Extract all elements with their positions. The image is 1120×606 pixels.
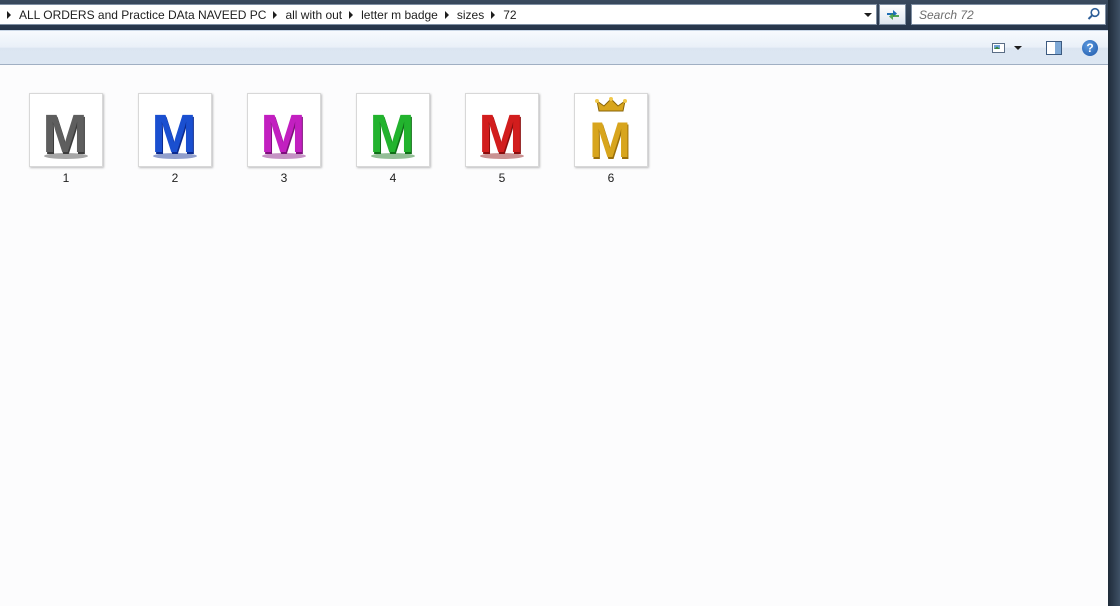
file-thumbnail[interactable]: M M [465, 93, 539, 167]
breadcrumb-label[interactable]: all with out [285, 8, 342, 22]
badge-letter: M [479, 104, 524, 161]
preview-pane-button[interactable] [1046, 39, 1062, 57]
search-icon[interactable] [1087, 7, 1101, 21]
file-name[interactable]: 4 [390, 171, 397, 185]
window-frame-edge [1108, 0, 1120, 606]
help-icon: ? [1082, 40, 1098, 56]
file-list-pane[interactable]: M M 1 M M 2 M M 3 M M 4 M M 5 M M 6 [0, 65, 1108, 606]
help-button[interactable]: ? [1082, 39, 1098, 57]
address-bar[interactable]: ALL ORDERS and Practice DAta NAVEED PC a… [0, 4, 877, 25]
breadcrumb-item[interactable]: all with out [266, 5, 342, 24]
breadcrumb-arrow-icon[interactable] [273, 10, 278, 19]
breadcrumb-label[interactable]: sizes [457, 8, 484, 22]
breadcrumb-label[interactable]: ALL ORDERS and Practice DAta NAVEED PC [19, 8, 266, 22]
file-item[interactable]: M M 6 [566, 93, 656, 185]
breadcrumb-item[interactable]: sizes [438, 5, 484, 24]
file-thumbnail[interactable]: M M [29, 93, 103, 167]
refresh-icon [886, 9, 899, 20]
file-thumbnail[interactable]: M M [356, 93, 430, 167]
badge-letter: M [370, 104, 415, 161]
file-item[interactable]: M M 5 [457, 93, 547, 185]
breadcrumb-label[interactable]: letter m badge [361, 8, 438, 22]
file-item[interactable]: M M 1 [21, 93, 111, 185]
file-name[interactable]: 5 [499, 171, 506, 185]
change-view-icon [992, 43, 1005, 53]
breadcrumb-item[interactable]: letter m badge [342, 5, 438, 24]
preview-pane-icon [1046, 41, 1062, 55]
breadcrumb-arrow-icon[interactable] [444, 10, 449, 19]
breadcrumb-item[interactable]: 72 [484, 5, 517, 24]
letter-m-badge-gray-icon: M M [43, 104, 89, 161]
file-item[interactable]: M M 2 [130, 93, 220, 185]
file-name[interactable]: 6 [608, 171, 615, 185]
search-input[interactable] [912, 5, 1082, 24]
letter-m-badge-blue-icon: M M [152, 104, 198, 161]
file-thumbnail[interactable]: M M [574, 93, 648, 167]
file-item[interactable]: M M 4 [348, 93, 438, 185]
file-thumbnail[interactable]: M M [247, 93, 321, 167]
letter-m-badge-green-icon: M M [370, 104, 416, 161]
refresh-button[interactable] [879, 4, 906, 25]
file-thumbnail[interactable]: M M [138, 93, 212, 167]
breadcrumb-arrow-icon[interactable] [7, 10, 11, 19]
file-name[interactable]: 1 [63, 171, 70, 185]
file-name[interactable]: 3 [281, 171, 288, 185]
letter-m-badge-gold-crown-icon: M M [589, 97, 632, 163]
change-view-button[interactable] [992, 39, 1022, 57]
chevron-down-icon[interactable] [1014, 46, 1022, 50]
badge-letter: M [261, 104, 306, 161]
file-item[interactable]: M M 3 [239, 93, 329, 185]
letter-m-badge-magenta-icon: M M [261, 104, 307, 161]
address-history-dropdown[interactable] [860, 5, 876, 24]
breadcrumb-label[interactable]: 72 [503, 8, 516, 22]
breadcrumb-item[interactable]: ALL ORDERS and Practice DAta NAVEED PC [0, 5, 266, 24]
badge-letter: M [43, 104, 88, 161]
help-glyph: ? [1086, 41, 1094, 55]
breadcrumb-arrow-icon[interactable] [349, 10, 354, 19]
command-bar: ? [0, 31, 1108, 65]
breadcrumb-arrow-icon[interactable] [491, 10, 496, 19]
search-box[interactable] [911, 4, 1106, 25]
address-toolbar: ALL ORDERS and Practice DAta NAVEED PC a… [0, 0, 1120, 30]
badge-letter: M [589, 112, 631, 163]
file-name[interactable]: 2 [172, 171, 179, 185]
badge-letter: M [152, 104, 197, 161]
letter-m-badge-red-icon: M M [479, 104, 525, 161]
